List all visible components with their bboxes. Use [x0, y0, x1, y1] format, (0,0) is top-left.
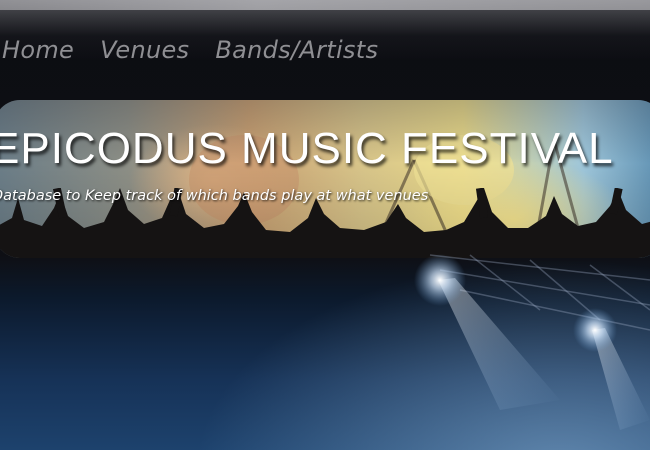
- banner-subtitle: Database to Keep track of which bands pl…: [0, 188, 429, 204]
- nav-home-link[interactable]: Home: [2, 36, 74, 76]
- nav-venues-link[interactable]: Venues: [100, 36, 189, 76]
- nav-bands-artists-link[interactable]: Bands/Artists: [215, 36, 378, 76]
- banner-title: EPICODUS MUSIC FESTIVAL: [0, 124, 614, 173]
- stage-lights-background: [414, 254, 650, 430]
- festival-banner: EPICODUS MUSIC FESTIVAL Database to Keep…: [0, 100, 650, 258]
- main-navbar: Home Venues Bands/Artists: [0, 36, 378, 76]
